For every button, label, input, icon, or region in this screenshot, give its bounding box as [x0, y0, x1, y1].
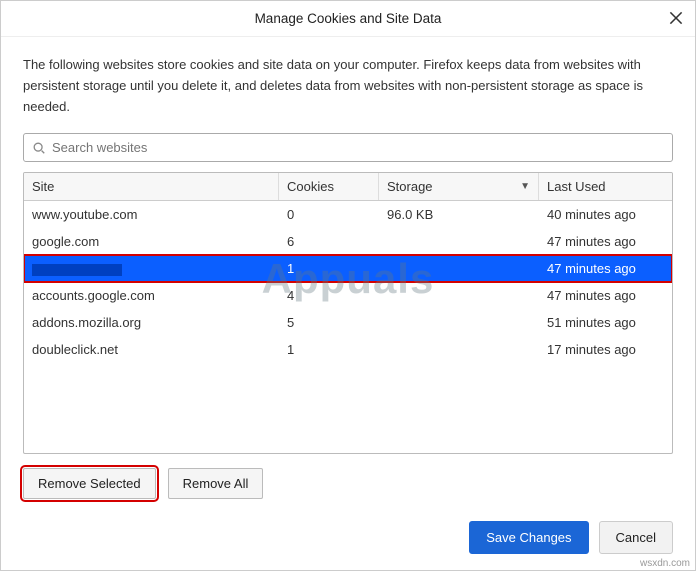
column-site[interactable]: Site: [24, 173, 279, 200]
cell-storage: 96.0 KB: [379, 201, 539, 228]
cell-storage: [379, 282, 539, 309]
dialog-title: Manage Cookies and Site Data: [255, 11, 442, 26]
cell-storage: [379, 336, 539, 363]
search-icon: [32, 141, 46, 155]
cell-last-used: 40 minutes ago: [539, 201, 672, 228]
remove-selected-button[interactable]: Remove Selected: [23, 468, 156, 499]
table-body: www.youtube.com 0 96.0 KB 40 minutes ago…: [24, 201, 672, 453]
sort-descending-icon: ▼: [520, 181, 530, 192]
column-last-used[interactable]: Last Used: [539, 173, 672, 200]
remove-all-button[interactable]: Remove All: [168, 468, 264, 499]
cell-last-used: 47 minutes ago: [539, 255, 672, 282]
close-icon[interactable]: [667, 9, 685, 27]
table-row-selected[interactable]: 1 47 minutes ago: [24, 255, 672, 282]
cell-cookies: 1: [279, 336, 379, 363]
table-row[interactable]: google.com 6 47 minutes ago: [24, 228, 672, 255]
cell-storage: [379, 228, 539, 255]
manage-cookies-dialog: Manage Cookies and Site Data The followi…: [0, 0, 696, 571]
cell-storage: [379, 255, 539, 282]
search-box[interactable]: [23, 133, 673, 162]
cell-site: www.youtube.com: [24, 201, 279, 228]
table-header: Site Cookies Storage ▼ Last Used: [24, 173, 672, 201]
table-row[interactable]: addons.mozilla.org 5 51 minutes ago: [24, 309, 672, 336]
search-input[interactable]: [52, 140, 664, 155]
cancel-button[interactable]: Cancel: [599, 521, 673, 554]
cell-site: google.com: [24, 228, 279, 255]
cell-site: doubleclick.net: [24, 336, 279, 363]
sites-table: Site Cookies Storage ▼ Last Used www.you…: [23, 172, 673, 454]
cell-site: accounts.google.com: [24, 282, 279, 309]
attribution: wsxdn.com: [640, 558, 690, 569]
redacted-text: [32, 264, 122, 276]
column-cookies[interactable]: Cookies: [279, 173, 379, 200]
cell-last-used: 17 minutes ago: [539, 336, 672, 363]
cell-site: [24, 255, 279, 282]
cell-last-used: 47 minutes ago: [539, 282, 672, 309]
cell-last-used: 51 minutes ago: [539, 309, 672, 336]
cell-cookies: 0: [279, 201, 379, 228]
dialog-content: The following websites store cookies and…: [1, 37, 695, 509]
cell-cookies: 4: [279, 282, 379, 309]
dialog-description: The following websites store cookies and…: [23, 55, 673, 117]
cell-last-used: 47 minutes ago: [539, 228, 672, 255]
cell-cookies: 5: [279, 309, 379, 336]
dialog-header: Manage Cookies and Site Data: [1, 1, 695, 37]
cell-storage: [379, 309, 539, 336]
cell-cookies: 1: [279, 255, 379, 282]
dialog-footer: Save Changes Cancel: [1, 509, 695, 570]
cell-cookies: 6: [279, 228, 379, 255]
save-changes-button[interactable]: Save Changes: [469, 521, 588, 554]
table-row[interactable]: doubleclick.net 1 17 minutes ago: [24, 336, 672, 363]
cell-site: addons.mozilla.org: [24, 309, 279, 336]
table-row[interactable]: accounts.google.com 4 47 minutes ago: [24, 282, 672, 309]
column-storage[interactable]: Storage ▼: [379, 173, 539, 200]
action-row: Remove Selected Remove All: [23, 468, 673, 499]
table-row[interactable]: www.youtube.com 0 96.0 KB 40 minutes ago: [24, 201, 672, 228]
